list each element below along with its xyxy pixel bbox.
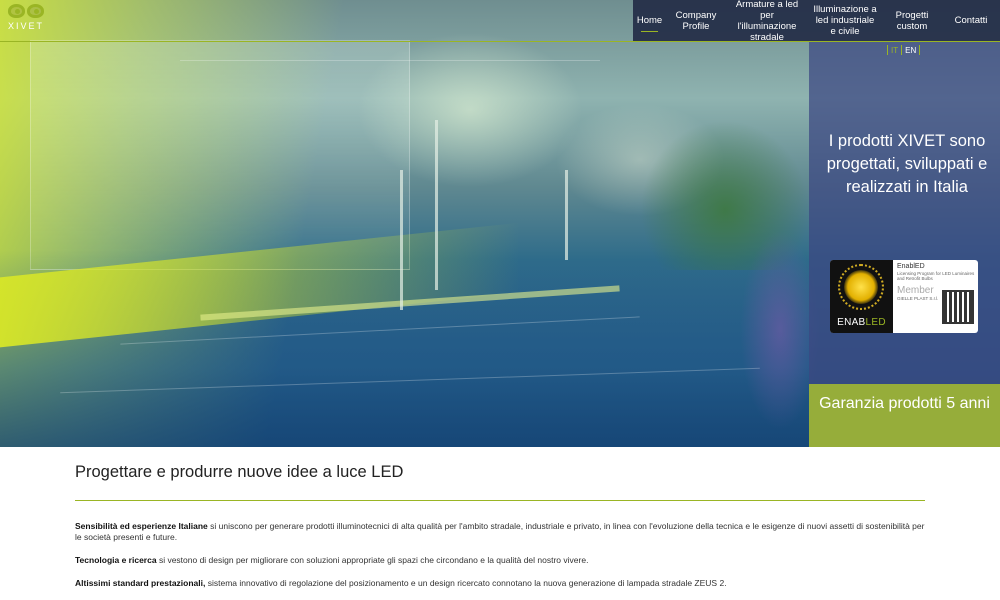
lang-separator xyxy=(919,45,921,55)
enabled-subtitle: Licensing Program for LED Luminaires and… xyxy=(897,271,975,281)
paragraph-bold: Sensibilità ed esperienze Italiane xyxy=(75,521,208,531)
hero-lamp-post xyxy=(400,170,403,310)
paragraph-text: si vestono di design per migliorare con … xyxy=(156,555,589,565)
technology-paragraph: Tecnologia e ricerca si vestono di desig… xyxy=(75,555,925,566)
main-nav: Home Company Profile Armature a led per … xyxy=(633,0,1000,43)
paragraph-bold: Altissimi standard prestazionali, xyxy=(75,578,206,588)
lang-separator xyxy=(901,45,903,55)
paragraph-bold: Tecnologia e ricerca xyxy=(75,555,157,565)
enabled-badge-info: EnablED Licensing Program for LED Lumina… xyxy=(893,260,978,333)
page-heading: Progettare e produrre nuove idee a luce … xyxy=(75,463,404,481)
heading-divider xyxy=(75,500,925,501)
paragraph-text: sistema innovativo di regolazione del po… xyxy=(205,578,727,588)
language-switcher: IT EN xyxy=(887,45,921,55)
logo-wordmark: XIVET xyxy=(7,21,44,31)
enabled-title: EnablED xyxy=(897,263,925,270)
enabled-logo-led: LED xyxy=(865,317,886,328)
nav-home[interactable]: Home xyxy=(633,0,666,41)
nav-company-profile[interactable]: Company Profile xyxy=(666,0,726,41)
enabled-logo: ENABLED xyxy=(830,260,893,333)
nav-illuminazione-industriale[interactable]: Illuminazione a led industriale e civile xyxy=(808,0,882,41)
hero-person xyxy=(740,230,820,430)
lang-it[interactable]: IT xyxy=(891,46,898,55)
main-content: Progettare e produrre nuove idee a luce … xyxy=(75,447,925,589)
qr-code-icon xyxy=(942,290,974,324)
standards-paragraph: Altissimi standard prestazionali, sistem… xyxy=(75,578,925,589)
lang-en[interactable]: EN xyxy=(905,46,916,55)
nav-progetti-custom[interactable]: Progetti custom xyxy=(882,0,942,41)
made-in-italy-claim: I prodotti XIVET sono progettati, svilup… xyxy=(826,132,988,196)
site-header: XIVET Home Company Profile Armature a le… xyxy=(0,0,1000,43)
side-panel-info: IT EN I prodotti XIVET sono progettati, … xyxy=(809,42,1000,384)
intro-paragraph: Sensibilità ed esperienze Italiane si un… xyxy=(75,521,925,543)
owl-eye-left-icon xyxy=(8,4,25,18)
nav-contatti[interactable]: Contatti xyxy=(942,0,1000,41)
lang-separator xyxy=(887,45,888,55)
hero-grid-line xyxy=(180,60,600,61)
side-panel: IT EN I prodotti XIVET sono progettati, … xyxy=(809,42,1000,447)
xivet-logo[interactable]: XIVET xyxy=(3,2,49,38)
hero-building xyxy=(30,40,410,270)
led-bulb-icon xyxy=(844,270,878,304)
enabled-logo-text: ENABLED xyxy=(830,317,893,328)
owl-eye-right-icon xyxy=(27,4,44,18)
warranty-cta[interactable]: Garanzia prodotti 5 anni xyxy=(809,384,1000,447)
enabled-logo-enab: ENAB xyxy=(837,317,866,328)
nav-armature-stradale[interactable]: Armature a led per l'illuminazione strad… xyxy=(726,0,808,43)
hero-lamp-post xyxy=(435,120,438,290)
owl-eyes-icon xyxy=(3,4,49,18)
hero-lamp-post xyxy=(565,170,568,260)
enabled-member-badge[interactable]: ENABLED EnablED Licensing Program for LE… xyxy=(830,260,978,333)
